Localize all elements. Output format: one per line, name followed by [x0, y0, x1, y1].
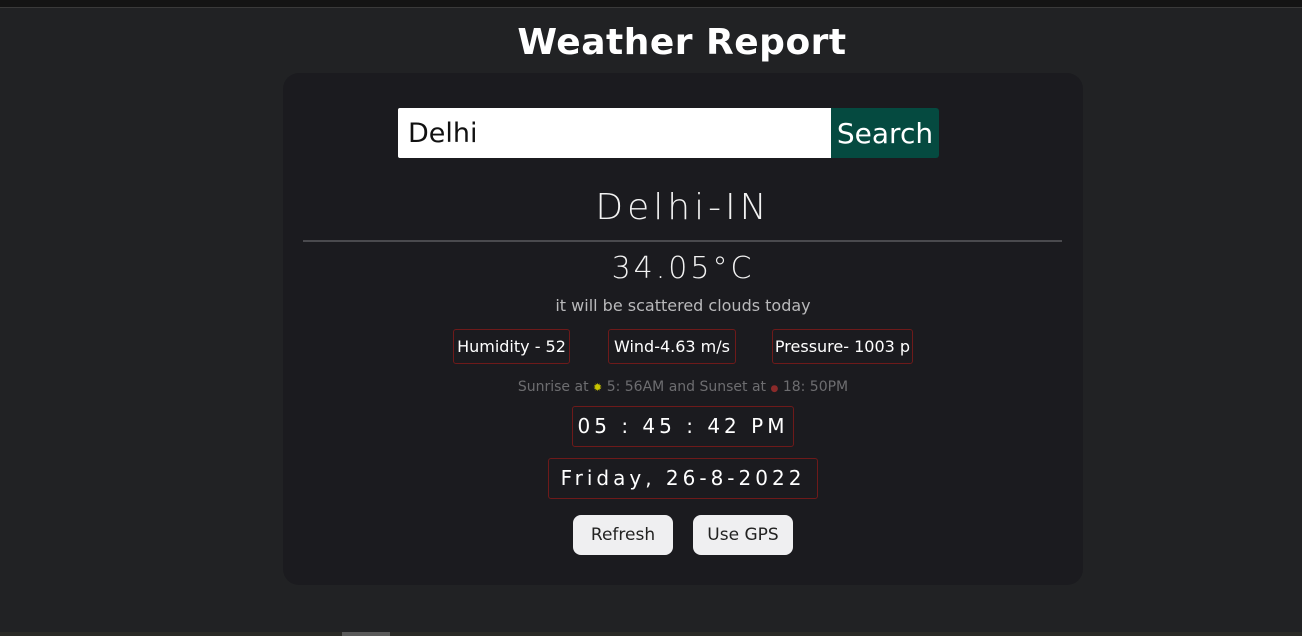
city-search-input[interactable] [398, 108, 831, 158]
divider [303, 240, 1062, 242]
use-gps-button[interactable]: Use GPS [693, 515, 793, 555]
clock-display: 05 : 45 : 42 PM [572, 406, 794, 447]
temperature: 34.05°C [611, 251, 755, 286]
weather-description: it will be scattered clouds today [555, 296, 811, 315]
top-strip [0, 0, 1302, 8]
refresh-button[interactable]: Refresh [573, 515, 673, 555]
sunset-time: 18: 50PM [782, 379, 849, 395]
sunrise-label: Sunrise at [517, 379, 589, 395]
date-display: Friday, 26-8-2022 [548, 458, 818, 499]
search-button[interactable]: Search [831, 108, 939, 158]
scrollbar-thumb[interactable] [342, 632, 390, 636]
wind-badge: Wind-4.63 m/s [608, 329, 736, 364]
pressure-badge: Pressure- 1003 p [772, 329, 913, 364]
sunset-icon: ● [770, 384, 779, 394]
sunset-label: and Sunset at [668, 379, 767, 395]
search-bar: Search [398, 108, 939, 158]
sunrise-time: 5: 56AM [606, 379, 665, 395]
location-heading: Delhi-IN [595, 187, 771, 228]
page-title: Weather Report [517, 22, 847, 63]
sun-times: Sunrise at ✹ 5: 56AM and Sunset at ● 18:… [283, 379, 1083, 395]
sun-icon: ✹ [593, 381, 603, 394]
weather-card: Search Delhi-IN 34.05°C it will be scatt… [283, 73, 1083, 585]
humidity-badge: Humidity - 52 [453, 329, 570, 364]
horizontal-scrollbar[interactable] [0, 632, 1302, 636]
